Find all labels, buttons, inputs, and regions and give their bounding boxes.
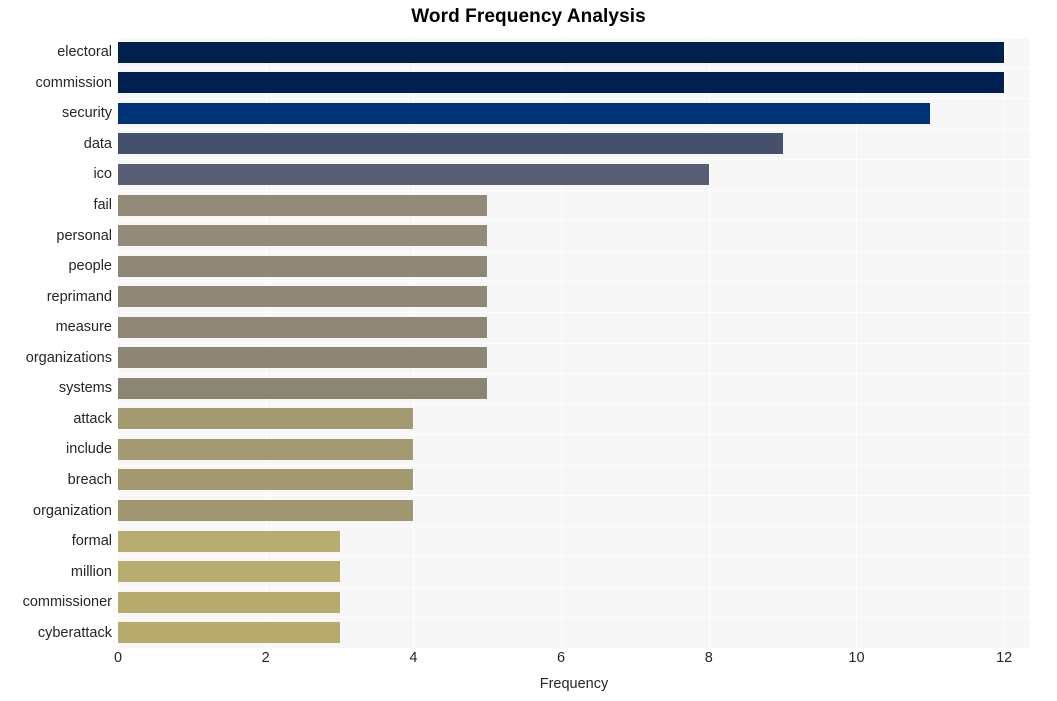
horizontal-gridline xyxy=(118,312,1030,313)
bar xyxy=(118,469,414,491)
y-axis-tick-label: systems xyxy=(58,380,112,397)
horizontal-gridline xyxy=(118,434,1030,435)
horizontal-gridline xyxy=(118,373,1030,374)
bar xyxy=(118,347,488,369)
horizontal-gridline xyxy=(118,251,1030,252)
word-frequency-chart-figure: Word Frequency Analysis electoral commiss… xyxy=(0,0,1057,701)
y-axis-tick-label: commissioner xyxy=(22,594,112,611)
horizontal-gridline xyxy=(118,37,1030,38)
x-axis-title: Frequency xyxy=(539,676,609,692)
x-axis-tick-label: 8 xyxy=(704,650,713,666)
y-axis-tick-label: measure xyxy=(55,319,112,336)
x-axis-tick-label: 0 xyxy=(113,650,123,666)
horizontal-gridline xyxy=(118,495,1030,496)
horizontal-gridline xyxy=(118,281,1030,282)
horizontal-gridline xyxy=(118,190,1030,191)
x-axis-tick-labels: 0 2 4 6 8 10 12 xyxy=(0,650,1057,674)
bar xyxy=(118,622,340,644)
horizontal-gridline xyxy=(118,220,1030,221)
horizontal-gridline xyxy=(118,68,1030,69)
horizontal-gridline xyxy=(118,556,1030,557)
y-axis-tick-label: people xyxy=(68,258,112,275)
bar xyxy=(118,255,488,277)
page-title: Word Frequency Analysis xyxy=(411,6,646,27)
bar xyxy=(118,72,1005,94)
y-axis-tick-label: breach xyxy=(67,471,112,488)
bar xyxy=(118,41,1005,63)
bar xyxy=(118,225,488,247)
bar xyxy=(118,438,414,460)
horizontal-gridline xyxy=(118,587,1030,588)
bar xyxy=(118,316,488,338)
horizontal-gridline xyxy=(118,404,1030,405)
y-axis-tick-label: ico xyxy=(93,166,112,183)
x-axis-tick-label: 2 xyxy=(261,650,270,666)
bar xyxy=(118,408,414,430)
horizontal-gridline xyxy=(118,526,1030,527)
y-axis-tick-label: data xyxy=(83,135,112,152)
y-axis-tick-label: attack xyxy=(73,410,112,427)
horizontal-gridline xyxy=(118,129,1030,130)
y-axis-tick-label: cyberattack xyxy=(37,624,112,641)
y-axis-tick-label: organization xyxy=(33,502,112,519)
x-axis-tick-label: 4 xyxy=(409,650,418,666)
bar xyxy=(118,133,783,155)
x-axis-tick-label: 12 xyxy=(996,650,1013,666)
horizontal-gridline xyxy=(118,465,1030,466)
y-axis-tick-label: reprimand xyxy=(46,288,112,305)
horizontal-gridline xyxy=(118,159,1030,160)
bar xyxy=(118,591,340,613)
bar xyxy=(118,377,488,399)
y-axis-tick-label: include xyxy=(66,441,112,458)
bar xyxy=(118,500,414,522)
y-axis-tick-label: security xyxy=(62,105,112,122)
y-axis-tick-label: million xyxy=(70,563,112,580)
y-axis-tick-label: personal xyxy=(56,227,112,244)
y-axis-tick-label: formal xyxy=(71,533,112,550)
y-axis-tick-label: organizations xyxy=(25,349,112,366)
x-axis-tick-label: 10 xyxy=(848,650,865,666)
bar xyxy=(118,530,340,552)
plot-area xyxy=(118,37,1030,648)
bar xyxy=(118,286,488,308)
y-axis-tick-label: fail xyxy=(93,197,112,214)
bar xyxy=(118,561,340,583)
bar xyxy=(118,102,931,124)
y-axis-tick-label: electoral xyxy=(57,44,112,61)
horizontal-gridline xyxy=(118,98,1030,99)
bar xyxy=(118,194,488,216)
y-axis-tick-label: commission xyxy=(35,74,112,91)
horizontal-gridline xyxy=(118,617,1030,618)
y-axis-tick-labels: electoral commission security data ico fail pe… xyxy=(0,37,112,648)
bar xyxy=(118,163,709,185)
x-axis-tick-label: 6 xyxy=(557,650,566,666)
horizontal-gridline xyxy=(118,343,1030,344)
